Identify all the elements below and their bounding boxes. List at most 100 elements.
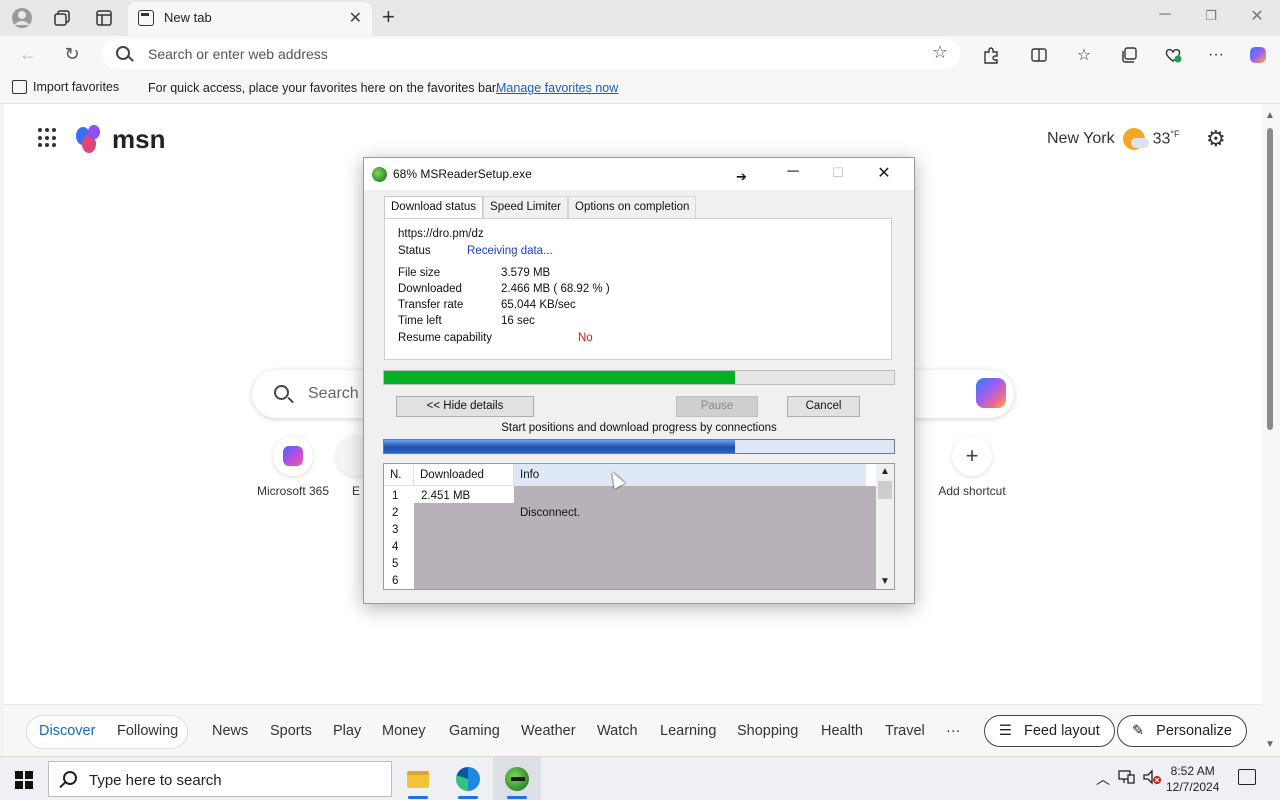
new-tab-button[interactable]: +	[382, 4, 395, 30]
toolbar: ← ↻ Search or enter web address ☆ ☆ ···	[0, 36, 1280, 72]
manage-favorites-link[interactable]: Manage favorites now	[496, 81, 618, 95]
back-icon[interactable]: ←	[16, 42, 40, 66]
nav-money[interactable]: Money	[382, 723, 426, 739]
msn-search-input[interactable]: Search t	[308, 385, 368, 403]
scroll-thumb[interactable]	[1267, 128, 1273, 430]
personalize-button[interactable]: ✎ Personalize	[1117, 715, 1247, 747]
table-row[interactable]: 2 Disconnect.	[384, 506, 876, 523]
clock-time: 8:52 AM	[1170, 764, 1215, 778]
cancel-button[interactable]: Cancel	[787, 396, 860, 417]
notifications-icon[interactable]	[1238, 769, 1256, 785]
favorites-bar: Import favorites For quick access, place…	[0, 72, 1280, 104]
edge-button[interactable]	[444, 757, 492, 800]
table-row[interactable]: 1 2.451 MB	[384, 489, 876, 506]
profile-icon[interactable]	[10, 6, 34, 30]
nav-news[interactable]: News	[212, 723, 248, 739]
volume-muted-icon[interactable]	[1142, 769, 1162, 788]
folder-icon	[407, 770, 429, 788]
app-launcher-icon[interactable]	[38, 128, 58, 148]
table-row[interactable]: 3	[384, 523, 876, 540]
import-favorites-button[interactable]: Import favorites	[12, 80, 119, 94]
taskbar: Type here to search ︿ 8:52 AM 12/7/2024	[0, 756, 1280, 800]
microsoft-365-icon	[273, 436, 313, 476]
scroll-down-icon[interactable]: ▼	[1265, 739, 1275, 750]
table-row[interactable]: 5	[384, 557, 876, 574]
collections-icon[interactable]	[1118, 44, 1140, 66]
close-tab-icon[interactable]: ✕	[349, 8, 362, 28]
workspaces-icon[interactable]	[50, 6, 74, 30]
nav-weather[interactable]: Weather	[521, 723, 576, 739]
copilot-icon[interactable]	[1247, 44, 1269, 66]
show-hidden-icons-icon[interactable]: ︿	[1096, 769, 1110, 789]
msn-wordmark: msn	[112, 124, 166, 154]
refresh-icon[interactable]: ↻	[60, 42, 84, 66]
nav-shopping[interactable]: Shopping	[737, 723, 798, 739]
extensions-icon[interactable]	[980, 44, 1002, 66]
address-bar[interactable]: Search or enter web address ☆	[102, 39, 960, 69]
tab-new-tab[interactable]: New tab ✕	[128, 2, 372, 36]
weather-widget[interactable]: New York 33°F	[1047, 128, 1180, 150]
hide-details-button[interactable]: << Hide details	[396, 396, 534, 417]
running-indicator	[408, 796, 428, 799]
nav-health[interactable]: Health	[821, 723, 863, 739]
gear-icon[interactable]: ⚙	[1206, 126, 1226, 152]
minimize-icon[interactable]: ─	[778, 163, 808, 181]
add-shortcut-button[interactable]: + Add shortcut	[927, 436, 1017, 498]
table-row[interactable]: 4	[384, 540, 876, 557]
nav-discover[interactable]: Discover	[39, 723, 95, 739]
clock-date: 12/7/2024	[1166, 780, 1220, 794]
restore-icon[interactable]: ❐	[1196, 8, 1226, 24]
sliders-icon: ☰	[999, 723, 1012, 739]
dialog-titlebar[interactable]: 68% MSReaderSetup.exe ➔ ─ ☐ ✕	[364, 158, 914, 190]
close-window-icon[interactable]: ✕	[1242, 6, 1272, 26]
favorite-star-icon[interactable]: ☆	[932, 42, 948, 63]
shortcut-label: Microsoft 365	[256, 484, 330, 498]
split-screen-icon[interactable]	[1028, 44, 1050, 66]
column-n[interactable]: N.	[384, 464, 414, 486]
column-downloaded[interactable]: Downloaded	[414, 464, 514, 486]
vertical-tabs-icon[interactable]	[92, 6, 116, 30]
start-button-icon[interactable]	[15, 771, 33, 789]
scroll-up-icon[interactable]: ▲	[1265, 110, 1275, 121]
msn-logo[interactable]: msn	[76, 124, 165, 155]
system-clock[interactable]: 8:52 AM 12/7/2024	[1166, 763, 1219, 795]
file-explorer-button[interactable]	[394, 757, 442, 800]
nav-sports[interactable]: Sports	[270, 723, 312, 739]
shortcut-microsoft-365[interactable]: Microsoft 365	[248, 436, 338, 498]
more-menu-icon[interactable]: ···	[1205, 44, 1227, 66]
tab-download-status[interactable]: Download status	[384, 196, 484, 219]
file-size-label: File size	[398, 267, 441, 279]
favorites-icon[interactable]: ☆	[1073, 44, 1095, 66]
nav-watch[interactable]: Watch	[597, 723, 638, 739]
downloaded-value: 2.466 MB ( 68.92 % )	[501, 283, 610, 295]
feed-layout-button[interactable]: ☰ Feed layout	[984, 715, 1115, 747]
browser-essentials-icon[interactable]	[1162, 44, 1184, 66]
scroll-up-icon[interactable]: ▲	[880, 466, 890, 477]
nav-more-icon[interactable]: ···	[946, 723, 961, 739]
connections-progress-bar	[383, 439, 895, 454]
table-row[interactable]: 6	[384, 574, 876, 589]
network-icon[interactable]	[1118, 769, 1136, 788]
close-dialog-icon[interactable]: ✕	[869, 163, 899, 183]
address-input[interactable]: Search or enter web address	[148, 46, 328, 62]
download-dialog: 68% MSReaderSetup.exe ➔ ─ ☐ ✕ Download s…	[363, 157, 915, 604]
column-info[interactable]: Info	[514, 464, 866, 486]
arrow-icon: ➔	[736, 169, 747, 184]
nav-travel[interactable]: Travel	[885, 723, 925, 739]
table-scrollbar[interactable]: ▲ ▼	[876, 464, 894, 589]
nav-play[interactable]: Play	[333, 723, 361, 739]
scroll-down-icon[interactable]: ▼	[880, 576, 890, 587]
page-scrollbar[interactable]: ▲ ▼	[1262, 104, 1280, 756]
scroll-thumb[interactable]	[878, 481, 892, 499]
nav-following[interactable]: Following	[117, 723, 178, 739]
taskbar-search[interactable]: Type here to search	[48, 761, 392, 797]
tab-options-on-completion[interactable]: Options on completion	[568, 196, 697, 218]
idm-button[interactable]	[493, 757, 541, 800]
nav-gaming[interactable]: Gaming	[449, 723, 500, 739]
copilot-icon[interactable]	[976, 378, 1006, 408]
table-body: 1 2.451 MB 2 Disconnect. 3 4 5 6	[384, 486, 876, 589]
nav-learning[interactable]: Learning	[660, 723, 716, 739]
taskbar-search-input[interactable]: Type here to search	[89, 772, 222, 789]
minimize-icon[interactable]: ─	[1150, 6, 1180, 24]
tab-speed-limiter[interactable]: Speed Limiter	[483, 196, 568, 218]
